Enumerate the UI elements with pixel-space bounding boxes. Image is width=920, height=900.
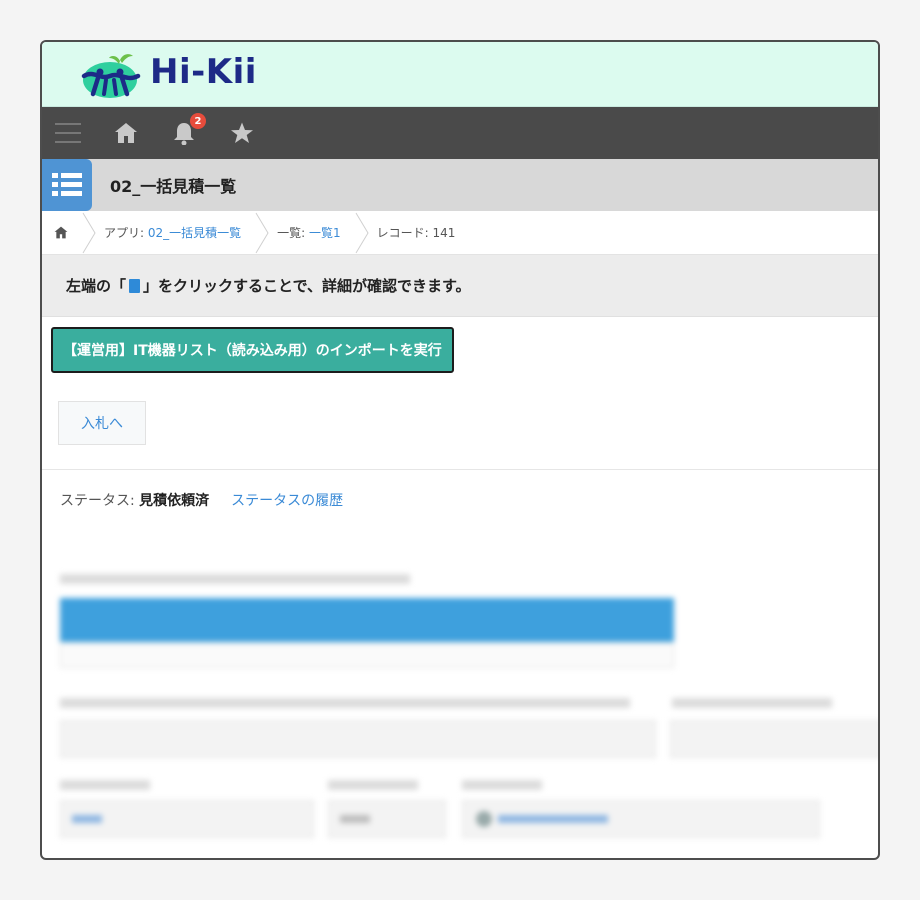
app-list-icon[interactable]: [42, 159, 92, 211]
status-history-link[interactable]: ステータスの履歴: [231, 493, 343, 509]
app-title: 02_一括見積一覧: [110, 177, 237, 196]
brand-name: Hi-Kii: [150, 52, 257, 92]
notice-text-before: 左端の「: [66, 277, 127, 295]
breadcrumb-app-link[interactable]: 02_一括見積一覧: [148, 226, 241, 240]
blurred-label: [462, 780, 542, 790]
record-detail-icon: [129, 278, 141, 293]
blurred-field: [670, 720, 878, 758]
blurred-record-content: [42, 570, 878, 858]
notification-count-badge: 2: [190, 113, 206, 129]
menu-icon[interactable]: [54, 119, 82, 147]
blurred-label: [328, 780, 418, 790]
breadcrumb: アプリ: 02_一括見積一覧 一覧: 一覧1 レコード: 141: [42, 211, 878, 255]
favorite-star-icon[interactable]: [228, 119, 256, 147]
notification-bell-icon[interactable]: 2: [170, 113, 206, 147]
hikii-logo-icon: [81, 54, 141, 98]
breadcrumb-separator: [82, 212, 96, 253]
blurred-label: [60, 780, 150, 790]
notice-text-after: 」をクリックすることで、詳細が確認できます。: [143, 277, 471, 295]
home-icon[interactable]: [112, 119, 140, 147]
global-toolbar: 2: [42, 107, 878, 159]
blurred-label: [672, 698, 832, 708]
app-header: 02_一括見積一覧: [42, 159, 878, 211]
home-icon: [54, 226, 68, 239]
status-value: 見積依頼済: [139, 493, 210, 509]
info-notice: 左端の「 」をクリックすることで、詳細が確認できます。: [42, 255, 878, 317]
status-label: ステータス:: [60, 493, 140, 509]
breadcrumb-record: レコード: 141: [376, 226, 456, 240]
breadcrumb-app: アプリ: 02_一括見積一覧: [96, 224, 255, 241]
breadcrumb-home[interactable]: [42, 211, 82, 255]
breadcrumb-separator: [355, 212, 369, 253]
brand-bar: Hi-Kii: [42, 42, 878, 107]
blurred-avatar: [476, 811, 492, 827]
status-line: ステータス: 見積依頼済 ステータスの履歴: [42, 470, 878, 570]
blurred-value: [72, 815, 102, 823]
breadcrumb-app-prefix: アプリ:: [104, 226, 148, 240]
blurred-field: [60, 720, 656, 758]
breadcrumb-view-prefix: 一覧:: [277, 226, 309, 240]
blurred-label: [60, 698, 630, 708]
blurred-value: [340, 815, 370, 823]
blurred-table-row: [60, 642, 674, 668]
app-window: Hi-Kii 2 02_一括見積一覧 アプリ: 02_一括見積一覧 一覧: 一覧…: [40, 40, 880, 860]
blurred-label: [60, 574, 410, 584]
blurred-table-header: [60, 598, 674, 642]
action-area: 【運営用】IT機器リスト（読み込み用）のインポートを実行 入札へ: [42, 317, 878, 470]
breadcrumb-view: 一覧: 一覧1: [269, 224, 355, 241]
blurred-value: [498, 815, 608, 823]
breadcrumb-view-link[interactable]: 一覧1: [309, 226, 341, 240]
breadcrumb-separator: [255, 212, 269, 253]
go-to-bid-button[interactable]: 入札へ: [58, 401, 146, 445]
import-it-list-button[interactable]: 【運営用】IT機器リスト（読み込み用）のインポートを実行: [51, 327, 454, 373]
